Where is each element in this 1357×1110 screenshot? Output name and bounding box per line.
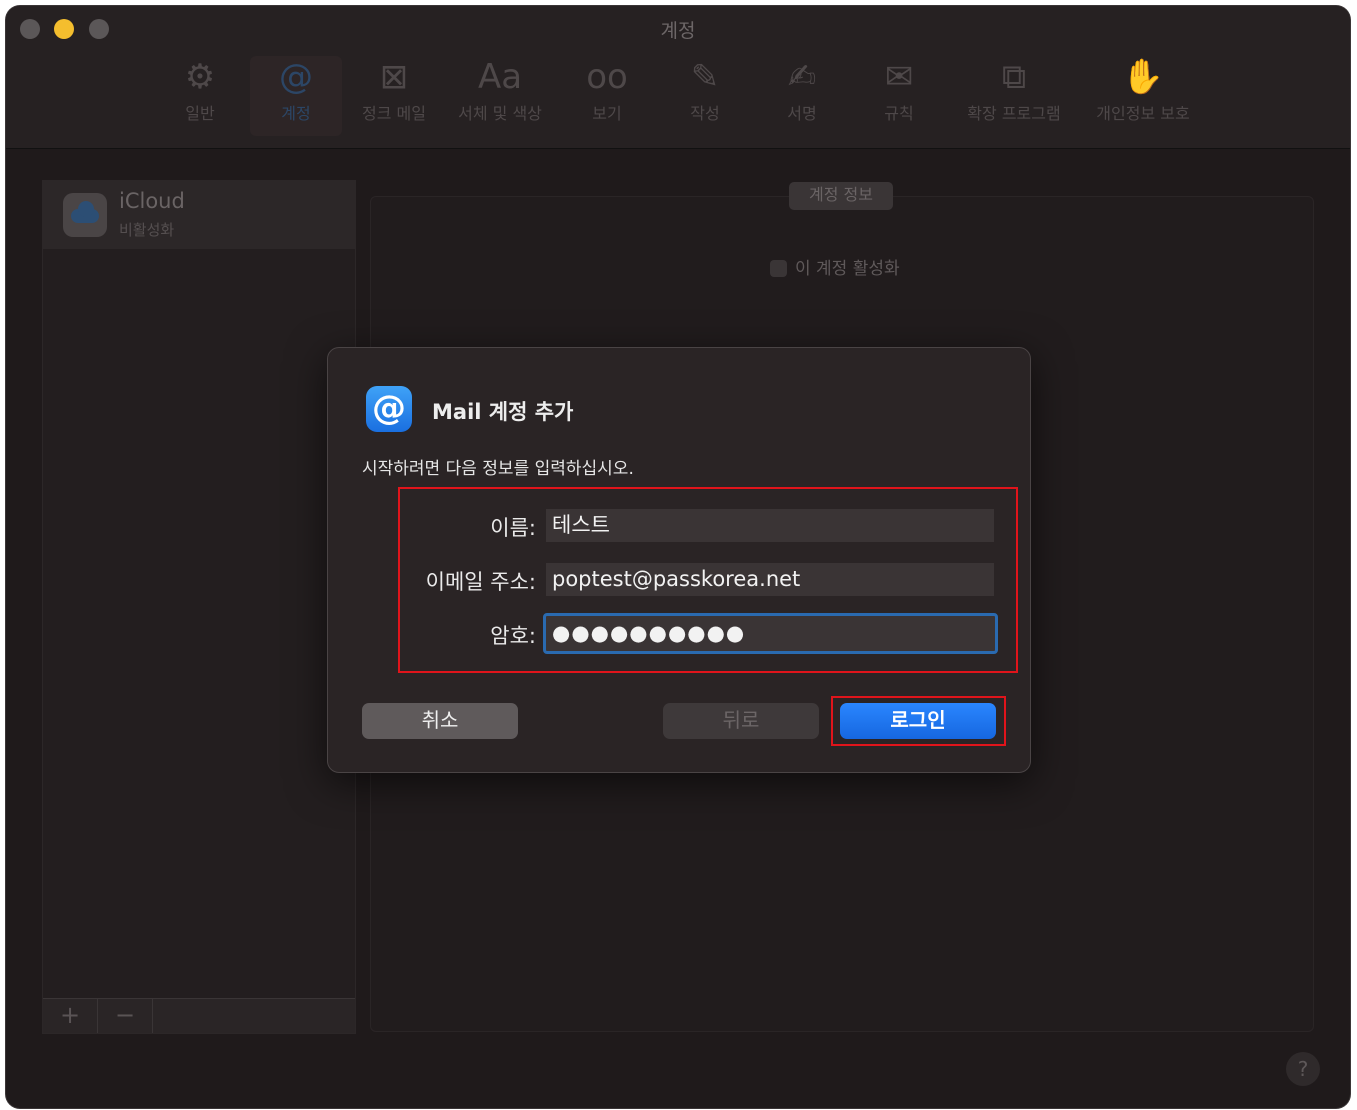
toolbar-privacy[interactable]: ✋ 개인정보 보호	[1088, 56, 1198, 136]
toolbar-viewing[interactable]: oo 보기	[578, 56, 636, 136]
puzzle-icon: ⧉	[1001, 57, 1027, 97]
toolbar-label: 개인정보 보호	[1096, 104, 1190, 123]
email-label: 이메일 주소:	[425, 570, 536, 594]
toolbar-label: 확장 프로그램	[967, 104, 1061, 123]
name-label: 이름:	[490, 516, 536, 540]
toolbar-label: 일반	[185, 104, 215, 123]
toolbar-signatures[interactable]: ✍ 서명	[774, 56, 830, 136]
email-field[interactable]: poptest@passkorea.net	[546, 563, 994, 596]
toolbar-label: 서체 및 색상	[458, 104, 542, 123]
glasses-icon: oo	[586, 57, 628, 97]
add-account-button[interactable]: +	[43, 999, 98, 1033]
toolbar-label: 정크 메일	[362, 104, 426, 123]
hand-icon: ✋	[1121, 57, 1165, 97]
junk-tray-icon: ⊠	[379, 57, 409, 97]
toolbar-composing[interactable]: ✎ 작성	[682, 56, 728, 136]
toolbar-extensions[interactable]: ⧉ 확장 프로그램	[956, 56, 1072, 136]
account-name: iCloud	[119, 189, 185, 213]
toolbar-rules[interactable]: ✉ 규칙	[876, 56, 922, 136]
toolbar-fonts-colors[interactable]: Aa 서체 및 색상	[450, 56, 550, 136]
rules-envelope-icon: ✉	[884, 57, 914, 97]
checkbox-box[interactable]	[770, 260, 787, 277]
login-button[interactable]: 로그인	[840, 703, 996, 739]
toolbar-label: 보기	[592, 104, 622, 123]
sidebar-footer: + −	[43, 998, 355, 1033]
back-button[interactable]: 뒤로	[663, 703, 819, 739]
titlebar: 계정 ⚙ 일반 @ 계정 ⊠ 정크 메일 Aa 서체 및 색상 oo 보기 ✎ …	[6, 6, 1350, 149]
account-status: 비활성화	[119, 221, 175, 239]
toolbar-label: 규칙	[884, 104, 914, 123]
at-icon: @	[279, 57, 313, 97]
activate-account-checkbox[interactable]: 이 계정 활성화	[770, 254, 900, 279]
account-row-icloud[interactable]: iCloud 비활성화	[43, 181, 355, 249]
toolbar-label: 서명	[787, 104, 817, 123]
tab-account-info[interactable]: 계정 정보	[789, 182, 893, 210]
password-label: 암호:	[490, 624, 536, 648]
gear-icon: ⚙	[184, 57, 216, 97]
compose-icon: ✎	[690, 57, 720, 97]
toolbar-label: 계정	[281, 104, 311, 123]
name-field[interactable]: 테스트	[546, 509, 994, 542]
toolbar-junk-mail[interactable]: ⊠ 정크 메일	[356, 56, 432, 136]
window-title: 계정	[660, 20, 696, 42]
remove-account-button[interactable]: −	[98, 999, 153, 1033]
font-icon: Aa	[477, 57, 523, 97]
mail-at-icon: @	[366, 386, 412, 432]
toolbar-label: 작성	[690, 104, 720, 123]
dialog-title: Mail 계정 추가	[432, 400, 574, 424]
add-mail-account-dialog: @ Mail 계정 추가 시작하려면 다음 정보를 입력하십시오. 이름: 테스…	[327, 347, 1031, 773]
cancel-button[interactable]: 취소	[362, 703, 518, 739]
toolbar-accounts[interactable]: @ 계정	[250, 56, 342, 136]
password-field[interactable]: ●●●●●●●●●●	[543, 613, 998, 654]
icloud-icon	[63, 193, 107, 237]
activate-account-label: 이 계정 활성화	[795, 259, 900, 279]
signature-icon: ✍	[787, 57, 817, 97]
toolbar-general[interactable]: ⚙ 일반	[178, 56, 222, 136]
accounts-sidebar: iCloud 비활성화 + −	[42, 180, 356, 1034]
help-button[interactable]: ?	[1286, 1052, 1320, 1086]
dialog-subtitle: 시작하려면 다음 정보를 입력하십시오.	[362, 459, 634, 479]
